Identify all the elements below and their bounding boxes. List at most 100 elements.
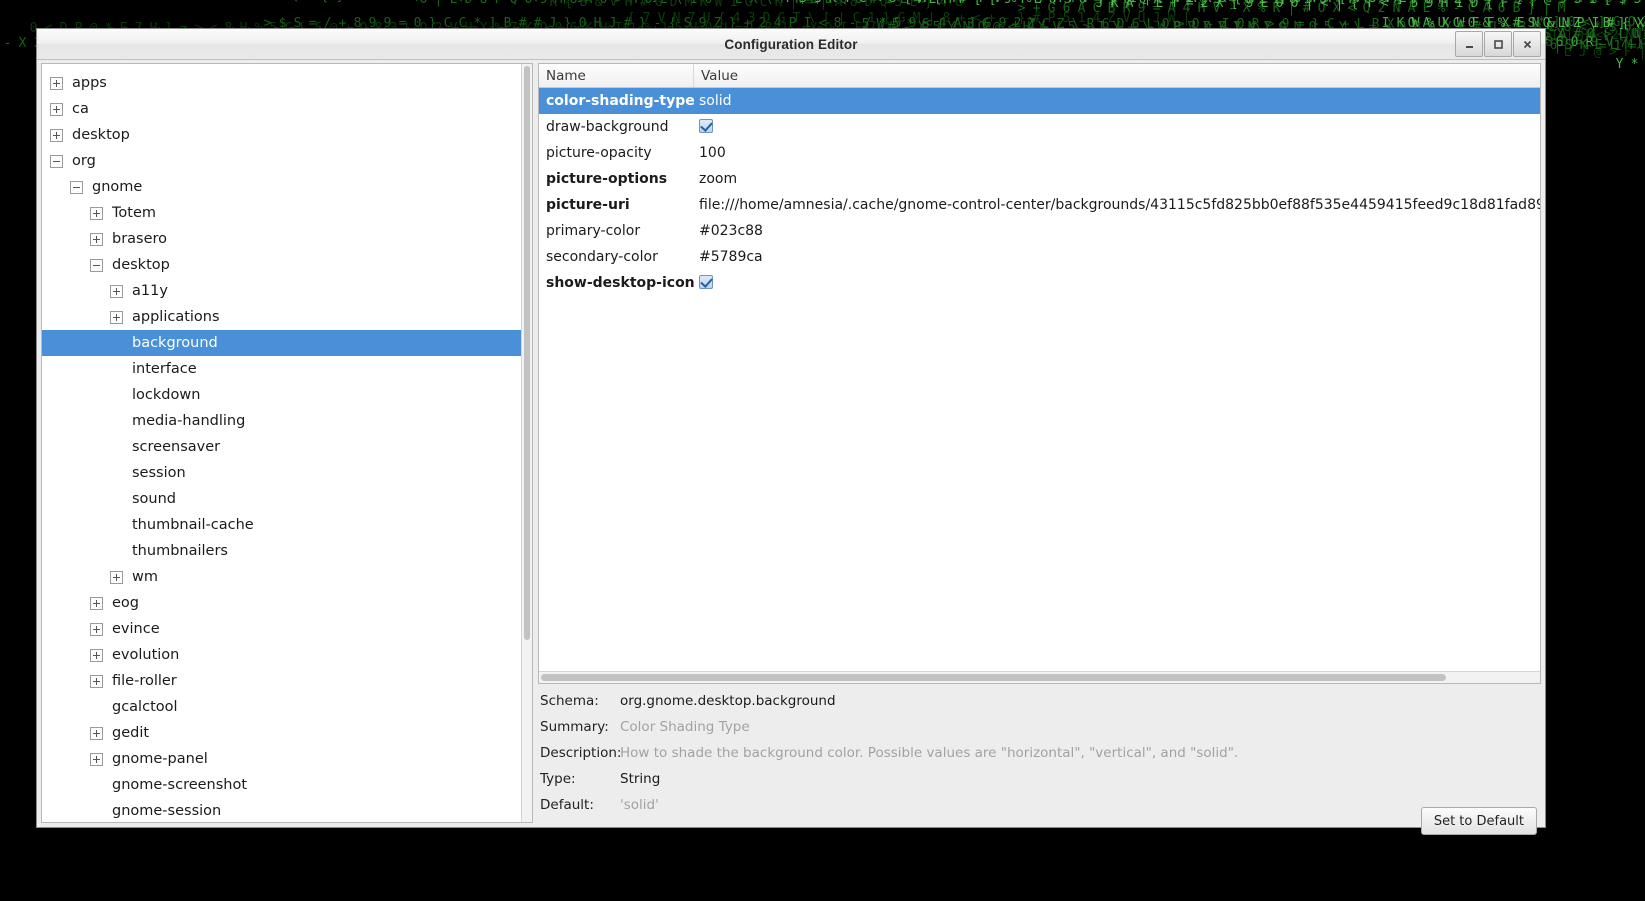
key-row-secondary-color[interactable]: secondary-color #5789ca [539,244,1540,270]
tree-item-label: evince [112,621,160,637]
tree-item-wm[interactable]: wm [42,564,521,590]
key-row-picture-opacity[interactable]: picture-opacity 100 [539,140,1540,166]
key-value[interactable]: file:///home/amnesia/.cache/gnome-contro… [694,197,1540,213]
tree-item-gnome-panel[interactable]: gnome-panel [42,746,521,772]
schema-tree[interactable]: apps ca desktop org gnome Totem brasero desktop… [42,64,521,822]
tree-item-session[interactable]: session [42,460,521,486]
key-row-primary-color[interactable]: primary-color #023c88 [539,218,1540,244]
collapse-icon[interactable] [70,180,83,194]
expand-icon[interactable] [50,102,63,116]
tree-item-gnome[interactable]: gnome [42,174,521,200]
tree-item-label: org [72,153,96,169]
column-header-name[interactable]: Name [539,64,694,87]
tree-item-sound[interactable]: sound [42,486,521,512]
tree-item-eog[interactable]: eog [42,590,521,616]
tree-item-thumbnail-cache[interactable]: thumbnail-cache [42,512,521,538]
checkbox-checked-icon[interactable] [699,119,713,133]
tree-item-evince[interactable]: evince [42,616,521,642]
tree-item-label: a11y [132,283,168,299]
expand-icon[interactable] [110,570,123,584]
key-value[interactable]: 100 [694,145,1540,161]
expand-icon[interactable] [90,206,103,220]
column-header-value[interactable]: Value [694,64,1540,87]
tree-item-gnome-session[interactable]: gnome-session [42,798,521,822]
key-name: picture-options [546,171,668,187]
tree-item-label: apps [72,75,107,91]
expand-icon[interactable] [50,128,63,142]
tree-item-label: session [132,465,186,481]
expand-icon[interactable] [90,752,103,766]
key-list-scrollbar-thumb[interactable] [541,674,1446,681]
key-list-horizontal-scrollbar[interactable] [539,671,1540,683]
tree-item-thumbnailers[interactable]: thumbnailers [42,538,521,564]
tree-item-org[interactable]: org [42,148,521,174]
tree-item-apps[interactable]: apps [42,70,521,96]
tree-item-media-handling[interactable]: media-handling [42,408,521,434]
set-to-default-button[interactable]: Set to Default [1420,807,1537,835]
expand-icon[interactable] [90,596,103,610]
key-value[interactable] [694,119,1540,135]
expand-icon[interactable] [90,726,103,740]
tree-item-a11y[interactable]: a11y [42,278,521,304]
tree-item-label: gnome-panel [112,751,208,767]
detail-row-schema: Schema: org.gnome.desktop.background [540,693,1539,719]
tree-item-totem[interactable]: Totem [42,200,521,226]
tree-item-label: Totem [112,205,156,221]
expand-icon[interactable] [90,232,103,246]
expand-icon[interactable] [110,310,123,324]
key-value[interactable]: #5789ca [694,249,1540,265]
expand-icon[interactable] [50,76,63,90]
key-list-rows[interactable]: color-shading-type solid draw-background pi… [539,88,1540,671]
tree-item-brasero[interactable]: brasero [42,226,521,252]
maximize-button[interactable] [1484,31,1512,57]
expand-icon[interactable] [90,674,103,688]
tree-item-file-roller[interactable]: file-roller [42,668,521,694]
key-row-color-shading-type[interactable]: color-shading-type solid [539,88,1540,114]
tree-item-gnome-screenshot[interactable]: gnome-screenshot [42,772,521,798]
key-value[interactable] [694,275,1540,291]
key-name: color-shading-type [546,93,694,109]
tree-vertical-scrollbar[interactable] [521,64,532,822]
key-value[interactable]: #023c88 [694,223,1540,239]
tree-item-desktop[interactable]: desktop [42,252,521,278]
key-row-picture-options[interactable]: picture-options zoom [539,166,1540,192]
key-name: show-desktop-icons [546,275,694,291]
tree-item-gcalctool[interactable]: gcalctool [42,694,521,720]
key-row-show-desktop-icons[interactable]: show-desktop-icons [539,270,1540,296]
tree-item-desktop[interactable]: desktop [42,122,521,148]
expand-icon[interactable] [90,648,103,662]
tree-item-screensaver[interactable]: screensaver [42,434,521,460]
type-value: String [620,771,661,787]
window-titlebar[interactable]: Configuration Editor [37,29,1545,60]
tree-item-ca[interactable]: ca [42,96,521,122]
key-value[interactable]: zoom [694,171,1540,187]
collapse-icon[interactable] [90,258,103,272]
expand-icon[interactable] [110,284,123,298]
key-row-draw-background[interactable]: draw-background [539,114,1540,140]
collapse-icon[interactable] [50,154,63,168]
close-button[interactable] [1513,31,1541,57]
tree-item-lockdown[interactable]: lockdown [42,382,521,408]
tree-item-label: thumbnail-cache [132,517,254,533]
key-details-panel: Schema: org.gnome.desktop.background Sum… [538,684,1541,835]
key-name: picture-uri [546,197,630,213]
key-value[interactable]: solid [694,93,1540,109]
tree-item-interface[interactable]: interface [42,356,521,382]
tree-item-label: thumbnailers [132,543,228,559]
window-body: apps ca desktop org gnome Totem brasero desktop… [37,60,1545,835]
key-row-picture-uri[interactable]: picture-uri file:///home/amnesia/.cache/g… [539,192,1540,218]
tree-item-applications[interactable]: applications [42,304,521,330]
tree-item-gedit[interactable]: gedit [42,720,521,746]
tree-scrollbar-thumb[interactable] [524,66,530,640]
expand-icon[interactable] [90,622,103,636]
checkbox-checked-icon[interactable] [699,275,713,289]
tree-item-evolution[interactable]: evolution [42,642,521,668]
window-title: Configuration Editor [724,36,858,52]
minimize-button[interactable] [1455,31,1483,57]
tree-item-background[interactable]: background [42,330,521,356]
